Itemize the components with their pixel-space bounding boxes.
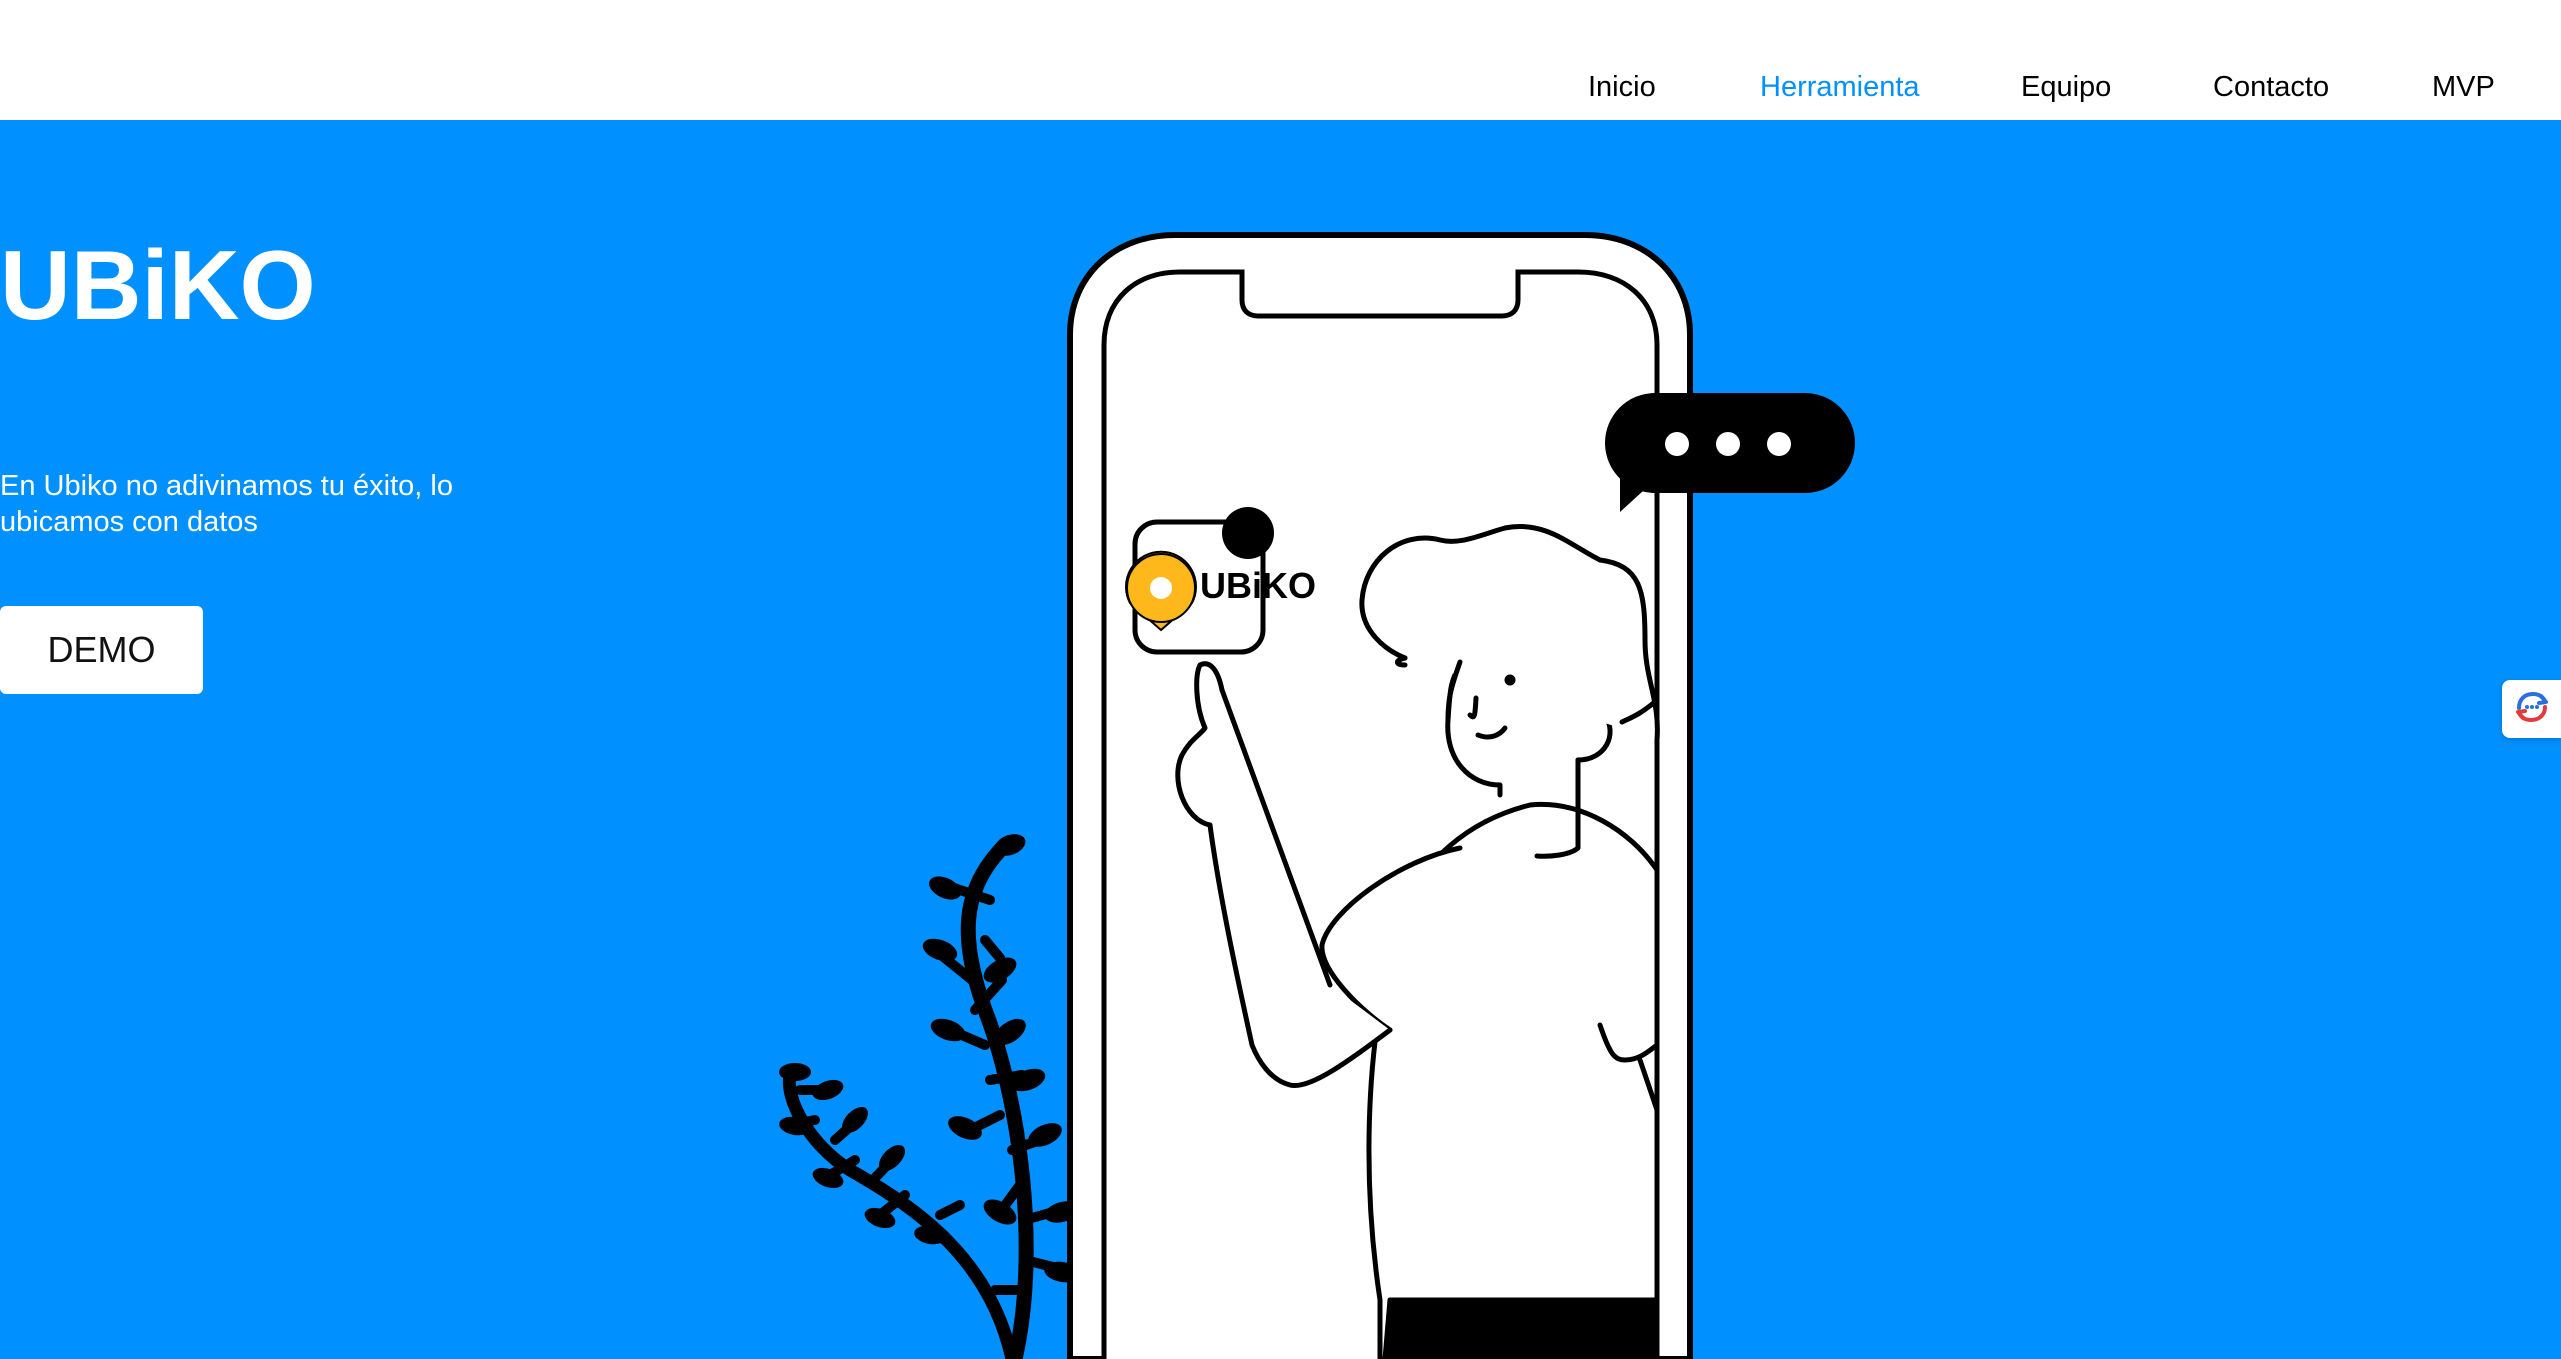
side-translate-widget[interactable] (2502, 680, 2561, 738)
nav-herramienta[interactable]: Herramienta (1760, 70, 1920, 104)
translate-chat-icon (2513, 688, 2551, 731)
nav-equipo[interactable]: Equipo (2021, 70, 2111, 104)
top-navigation: Inicio Herramienta Equipo Contacto MVP (0, 0, 2561, 120)
hero-tagline: En Ubiko no adivinamos tu éxito, lo ubic… (0, 470, 453, 538)
hero-section (0, 120, 2561, 1359)
nav-contacto[interactable]: Contacto (2213, 70, 2329, 104)
demo-button[interactable]: DEMO (0, 606, 203, 694)
nav-mvp[interactable]: MVP (2432, 70, 2495, 104)
hero-title: UBiKO (0, 230, 316, 340)
nav-inicio[interactable]: Inicio (1588, 70, 1656, 104)
